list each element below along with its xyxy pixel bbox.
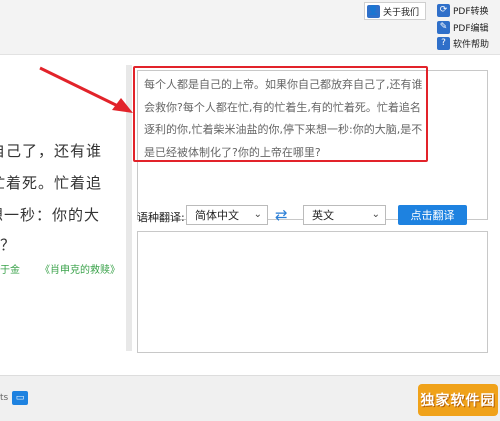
preview-line-2: 忙着死。忙着追	[0, 174, 102, 192]
pdf-convert-label: PDF转换	[453, 6, 489, 17]
chevron-down-icon: ⌄	[371, 209, 380, 220]
pdf-convert-button[interactable]: ⟳ PDF转换	[437, 2, 489, 18]
target-language-select[interactable]: 英文 ⌄	[303, 205, 386, 225]
folder-icon[interactable]: ▭	[12, 391, 28, 405]
translate-button[interactable]: 点击翻译	[398, 205, 467, 225]
pdf-edit-label: PDF编辑	[453, 23, 489, 34]
preview-line-3: 想一秒：你的大	[0, 206, 100, 224]
help-icon: ?	[437, 36, 450, 50]
watermark-text: 独家软件园	[420, 393, 496, 409]
top-toolbar: 👤 关于我们 ⟳ PDF转换 ✎ PDF编辑 ? 软件帮助	[0, 0, 500, 55]
translate-row: 语种翻译: 简体中文 ⌄ ⇄ 英文 ⌄ 点击翻译	[137, 205, 497, 227]
translate-label: 语种翻译:	[137, 211, 185, 224]
target-language-value: 英文	[312, 209, 334, 222]
source-language-select[interactable]: 简体中文 ⌄	[186, 205, 268, 225]
panel-divider[interactable]	[126, 65, 132, 351]
byline-author: 于金	[0, 265, 20, 276]
bottom-partial-text: ts	[0, 393, 9, 403]
about-us-button[interactable]: 👤 关于我们	[364, 2, 426, 20]
pdf-edit-button[interactable]: ✎ PDF编辑	[437, 19, 489, 35]
preview-byline: 于金 《肖申克的救赎》	[0, 261, 120, 276]
byline-title: 《肖申克的救赎》	[40, 265, 120, 276]
user-icon: 👤	[367, 4, 380, 18]
swap-arrows-icon[interactable]: ⇄	[275, 206, 288, 224]
preview-line-4: ？	[0, 236, 17, 254]
main-area: 自己了，还有谁 忙着死。忙着追 想一秒：你的大 ？ 于金 《肖申克的救赎》 每个…	[0, 55, 500, 375]
edit-icon: ✎	[437, 20, 450, 34]
watermark-logo: 独家软件园	[418, 384, 498, 416]
translation-output-box[interactable]	[137, 231, 488, 353]
preview-panel: 自己了，还有谁 忙着死。忙着追 想一秒：你的大 ？ 于金 《肖申克的救赎》	[0, 65, 127, 351]
source-language-value: 简体中文	[195, 209, 239, 222]
help-button[interactable]: ? 软件帮助	[437, 35, 489, 51]
highlight-frame	[133, 66, 428, 162]
refresh-icon: ⟳	[437, 3, 450, 17]
about-us-label: 关于我们	[383, 7, 420, 18]
chevron-down-icon: ⌄	[253, 209, 262, 220]
help-label: 软件帮助	[453, 39, 490, 50]
preview-line-1: 自己了，还有谁	[0, 142, 102, 160]
